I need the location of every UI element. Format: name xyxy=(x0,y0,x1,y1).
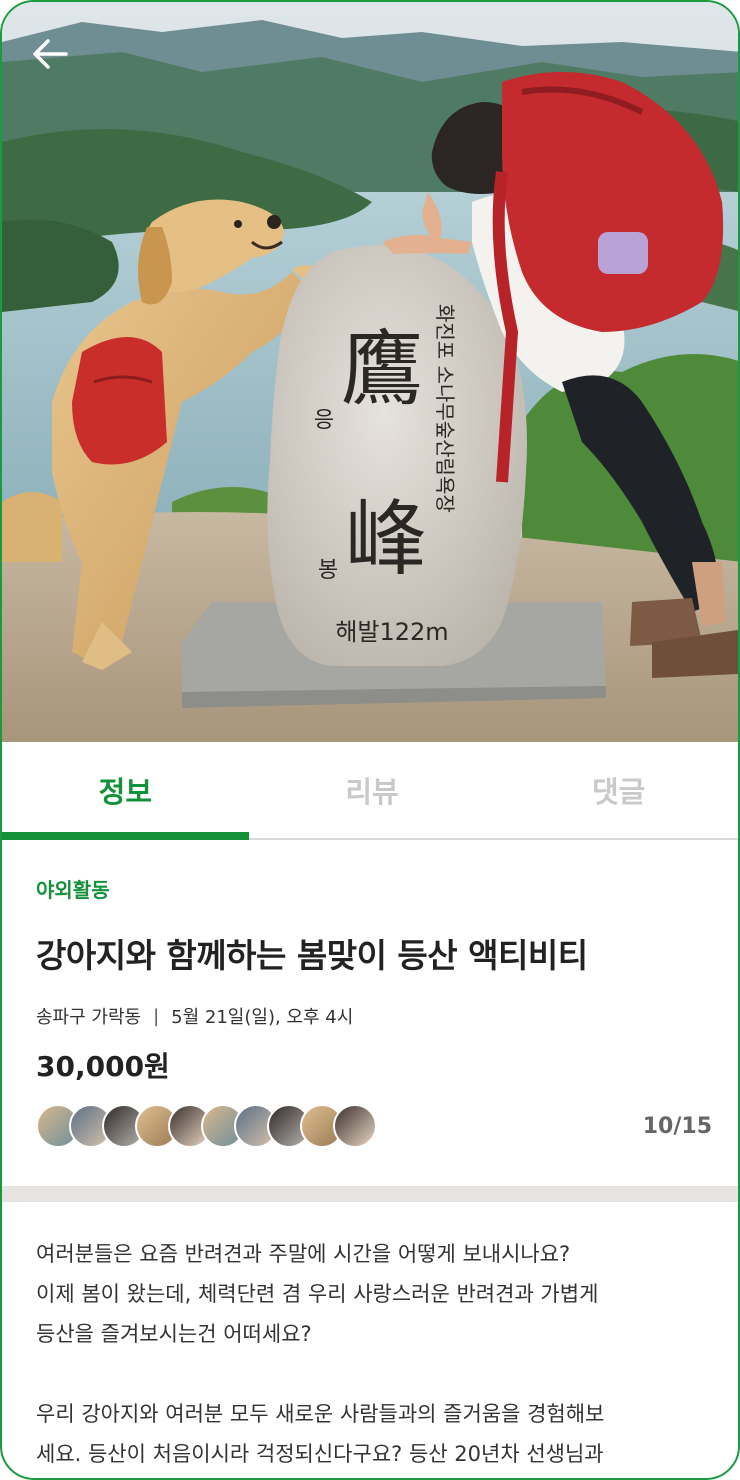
description-line: 우리 강아지와 여러분 모두 새로운 사람들과의 즐거움을 경험해보 xyxy=(36,1402,605,1426)
activity-description: 여러분들은 요즘 반려견과 주말에 시간을 어떻게 보내시나요? 이제 봄이 왔… xyxy=(36,1234,716,1474)
tab-bar: 정보 리뷰 댓글 xyxy=(2,742,738,840)
stone-char-1: 鷹 xyxy=(341,322,423,417)
hero-photo: 鷹 峰 응 봉 화진포 소나무숲산림욕장 해발122m xyxy=(2,2,738,742)
description-line: 세요. 등산이 처음이시라 걱정되신다구요? 등산 20년차 선생님과 xyxy=(36,1442,604,1466)
activity-meta: 송파구 가락동 | 5월 21일(일), 오후 4시 xyxy=(36,1003,716,1029)
stone-altitude: 해발122m xyxy=(335,618,448,646)
app-frame: 鷹 峰 응 봉 화진포 소나무숲산림욕장 해발122m 정보 리뷰 댓글 야외활… xyxy=(0,0,740,1480)
stone-small-char-2: 봉 xyxy=(318,558,338,583)
avatar xyxy=(333,1104,377,1148)
meta-separator: | xyxy=(153,1005,160,1027)
stone-char-2: 峰 xyxy=(345,492,427,587)
location-text: 송파구 가락동 xyxy=(36,1007,142,1028)
section-divider xyxy=(2,1186,738,1202)
stone-monument: 鷹 峰 응 봉 화진포 소나무숲산림욕장 해발122m xyxy=(267,245,527,666)
participant-count: 10/15 xyxy=(642,1114,712,1139)
description-line: 이제 봄이 왔는데, 체력단련 겸 우리 사랑스러운 반려견과 가볍게 xyxy=(36,1282,599,1306)
tab-comments[interactable]: 댓글 xyxy=(495,742,738,838)
stone-vertical-text: 화진포 소나무숲산림욕장 xyxy=(433,304,457,513)
tab-reviews[interactable]: 리뷰 xyxy=(249,742,496,838)
tab-info[interactable]: 정보 xyxy=(2,742,249,840)
category-label: 야외활동 xyxy=(36,878,110,902)
datetime-text: 5월 21일(일), 오후 4시 xyxy=(171,1007,354,1028)
arrow-left-icon xyxy=(33,39,68,69)
description-line: 등산을 즐겨보시는건 어떠세요? xyxy=(36,1322,312,1346)
hero-image: 鷹 峰 응 봉 화진포 소나무숲산림욕장 해발122m xyxy=(2,2,738,742)
stone-small-char-1: 응 xyxy=(314,408,334,433)
price-text: 30,000원 xyxy=(36,1050,170,1083)
description-line: 여러분들은 요즘 반려견과 주말에 시간을 어떻게 보내시나요? xyxy=(36,1242,571,1266)
back-button[interactable] xyxy=(32,38,84,84)
participants-row[interactable]: 10/15 xyxy=(36,1104,716,1152)
activity-info: 야외활동 강아지와 함께하는 봄맞이 등산 액티비티 송파구 가락동 | 5월 … xyxy=(36,874,716,1085)
activity-title: 강아지와 함께하는 봄맞이 등산 액티비티 xyxy=(36,936,588,975)
